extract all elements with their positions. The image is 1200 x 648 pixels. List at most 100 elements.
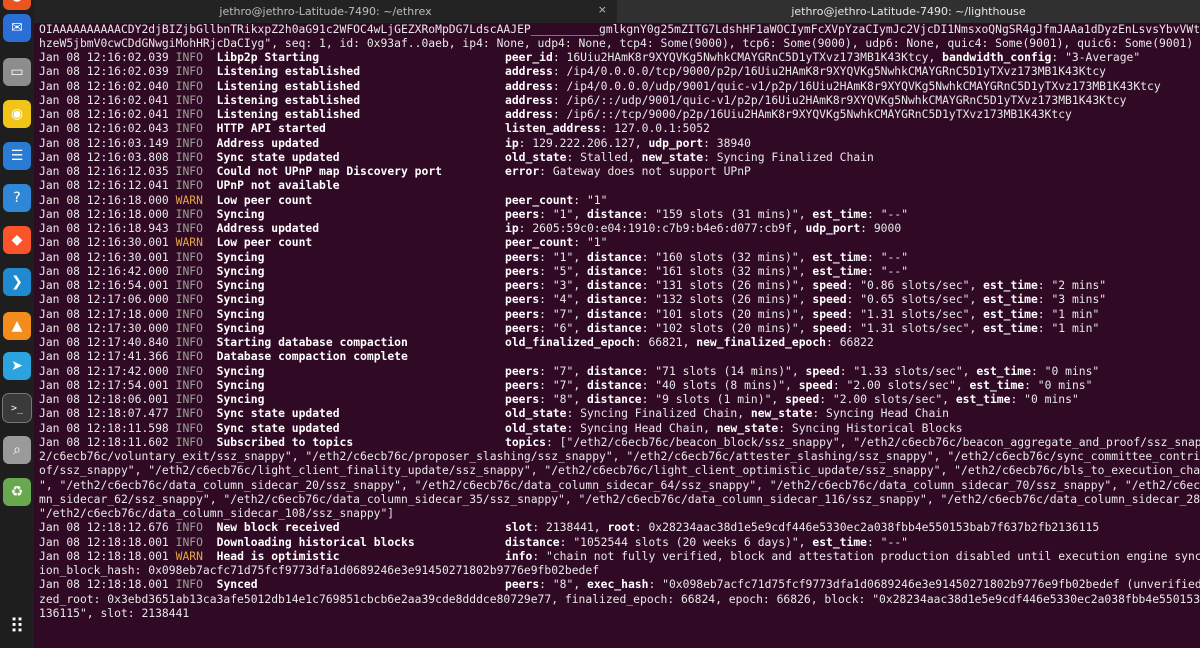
log-field-key: speed	[798, 377, 833, 392]
log-message: Syncing	[216, 206, 265, 221]
log-message: Syncing	[216, 278, 265, 292]
brave-icon[interactable]: ◆	[3, 226, 31, 254]
log-field-key: peers	[505, 320, 540, 335]
log-field-value: "3 mins"	[1051, 292, 1107, 307]
log-line: Jan 08 12:17:40.840 INFO Starting databa…	[39, 335, 1200, 349]
log-line: of/ssz_snappy", "/eth2/c6ecb76c/light_cl…	[39, 463, 1200, 477]
log-line: Jan 08 12:16:02.041 INFO Listening estab…	[39, 93, 1200, 107]
log-line: Jan 08 12:18:07.477 INFO Sync state upda…	[39, 406, 1200, 420]
log-continuation: 2/c6ecb76c/voluntary_exit/ssz_snappy", "…	[39, 449, 1200, 463]
log-field-key: ip	[505, 221, 519, 235]
log-line: Jan 08 12:16:30.001 WARN Low peer count p…	[39, 235, 1200, 249]
log-line: Jan 08 12:16:42.000 INFO Syncing peers: "…	[39, 264, 1200, 278]
log-timestamp: Jan 08 12:16:54.001	[39, 278, 169, 292]
log-message: Sync state updated	[216, 149, 340, 164]
log-field-key: est_time	[983, 292, 1038, 307]
log-field-value: "101 slots (20 mins)",	[655, 306, 813, 321]
log-message: Syncing	[216, 306, 265, 321]
log-field-key: slot	[505, 520, 533, 535]
tab-ethrex[interactable]: jethro@jethro-Latitude-7490: ~/ethrex ×	[34, 0, 617, 23]
tab-lighthouse[interactable]: jethro@jethro-Latitude-7490: ~/lighthous…	[617, 0, 1200, 23]
log-line: Jan 08 12:16:18.943 INFO Address updated…	[39, 221, 1200, 235]
log-message: Syncing	[216, 320, 265, 335]
log-line: Jan 08 12:16:02.041 INFO Listening estab…	[39, 107, 1200, 121]
log-field-key: bandwidth_config	[942, 50, 1052, 64]
log-field-key: speed	[812, 292, 847, 307]
log-message: Downloading historical blocks	[216, 534, 415, 549]
terminal-output[interactable]: Jan 08 12:16:02.039 INFO Execution paylo…	[39, 0, 1200, 648]
log-fields: ip: 2605:59c0:e04:1910:c7b9:b4e6:d077:cb…	[505, 221, 902, 235]
log-fields: slot: 2138441, root: 0x28234aac38d1e5e9c…	[505, 520, 1100, 535]
help-icon[interactable]: ?	[3, 184, 31, 212]
log-field-value: "1"	[586, 235, 608, 250]
log-field-value: 127.0.0.1:5052	[614, 121, 710, 136]
files-icon[interactable]: ▭	[3, 58, 31, 86]
log-field-value: Gateway does not support UPnP	[552, 164, 751, 178]
log-field-value: "1"	[586, 192, 608, 207]
log-field-key: old_state	[505, 406, 567, 421]
log-field-value: 38940	[716, 135, 751, 150]
log-field-value: "160 slots (32 mins)",	[655, 249, 813, 264]
telegram-icon[interactable]: ➤	[3, 352, 31, 380]
thunderbird-icon[interactable]: ✉	[3, 14, 31, 42]
log-field-value: "7",	[552, 306, 587, 321]
log-field-key: distance	[586, 292, 642, 307]
show-apps-icon[interactable]: ⠿	[3, 612, 31, 640]
log-field-key: est_time	[983, 306, 1038, 321]
log-field-value: "0 mins"	[1037, 377, 1093, 392]
log-field-value: "1.33 slots/sec",	[853, 363, 977, 378]
log-field-value: "2.00 slots/sec",	[846, 377, 970, 392]
log-field-key: peers	[505, 306, 540, 321]
log-message: Starting database compaction	[216, 335, 408, 349]
log-field-key: distance	[586, 377, 642, 392]
log-field-key: old_finalized_epoch	[505, 335, 635, 349]
log-line: Jan 08 12:16:02.039 INFO Listening estab…	[39, 64, 1200, 78]
log-timestamp: Jan 08 12:16:02.039	[39, 50, 169, 64]
log-message: Listening established	[216, 64, 361, 79]
log-fields: peer_count: "1"	[505, 235, 608, 250]
log-field-key: est_time	[812, 263, 868, 278]
log-field-value: 2138441,	[546, 520, 608, 535]
log-timestamp: Jan 08 12:18:07.477	[39, 406, 169, 421]
log-fields: info: "chain not fully verified, block a…	[505, 549, 1200, 563]
log-continuation: 136115", slot: 2138441	[39, 605, 190, 620]
log-continuation: zed_root: 0x3ebd3651ab13ca3afe5012db14e1…	[39, 591, 1200, 606]
terminal-icon[interactable]: >_	[2, 393, 32, 423]
close-tab-icon[interactable]: ×	[598, 3, 607, 16]
log-field-key: address	[505, 107, 553, 121]
log-field-key: address	[505, 92, 553, 107]
log-fields: peer_id: 16Uiu2HAmK8r9XYQVKg5NwhkCMAYGRn…	[505, 50, 1141, 64]
log-timestamp: Jan 08 12:16:12.035	[39, 164, 169, 178]
log-field-value: /ip4/0.0.0.0/udp/9001/quic-v1/p2p/16Uiu2…	[566, 78, 1161, 93]
log-field-value: /ip6/::/udp/9001/quic-v1/p2p/16Uiu2HAmK8…	[566, 92, 1127, 107]
trash-icon[interactable]: ♻	[3, 478, 31, 506]
log-message: Syncing	[216, 292, 265, 307]
writer-icon[interactable]: ☰	[3, 142, 31, 170]
vscode-icon[interactable]: ❯	[3, 268, 31, 296]
log-field-value: 66821,	[648, 335, 697, 349]
rhythmbox-icon[interactable]: ◉	[3, 100, 31, 128]
log-level: INFO	[175, 92, 203, 107]
log-field-key: old_state	[505, 149, 567, 164]
vlc-icon[interactable]: ▲	[3, 312, 31, 340]
log-message: New block received	[216, 520, 340, 535]
log-level: INFO	[175, 135, 203, 150]
log-level: INFO	[175, 178, 203, 193]
log-field-value: 16Uiu2HAmK8r9XYQVKg5NwhkCMAYGRnC5D1yTXvz…	[566, 50, 943, 64]
log-level: INFO	[175, 434, 203, 449]
log-level: INFO	[175, 577, 203, 592]
log-line: Jan 08 12:17:41.366 INFO Database compac…	[39, 349, 1200, 363]
log-line: Jan 08 12:17:42.000 INFO Syncing peers: "…	[39, 364, 1200, 378]
log-field-key: peers	[505, 263, 540, 278]
log-field-value: "5",	[552, 263, 587, 278]
log-timestamp: Jan 08 12:16:03.808	[39, 149, 169, 164]
log-line: Jan 08 12:18:12.676 INFO New block recei…	[39, 520, 1200, 534]
ubuntu-logo-icon[interactable]: ●	[3, 0, 31, 10]
log-field-value: "102 slots (20 mins)",	[655, 320, 813, 335]
log-field-key: speed	[805, 363, 840, 378]
log-field-key: new_state	[641, 149, 704, 164]
log-field-key: exec_hash	[586, 577, 649, 592]
search-icon[interactable]: ⌕	[3, 436, 31, 464]
log-field-key: distance	[586, 392, 642, 406]
log-level: INFO	[175, 121, 203, 136]
